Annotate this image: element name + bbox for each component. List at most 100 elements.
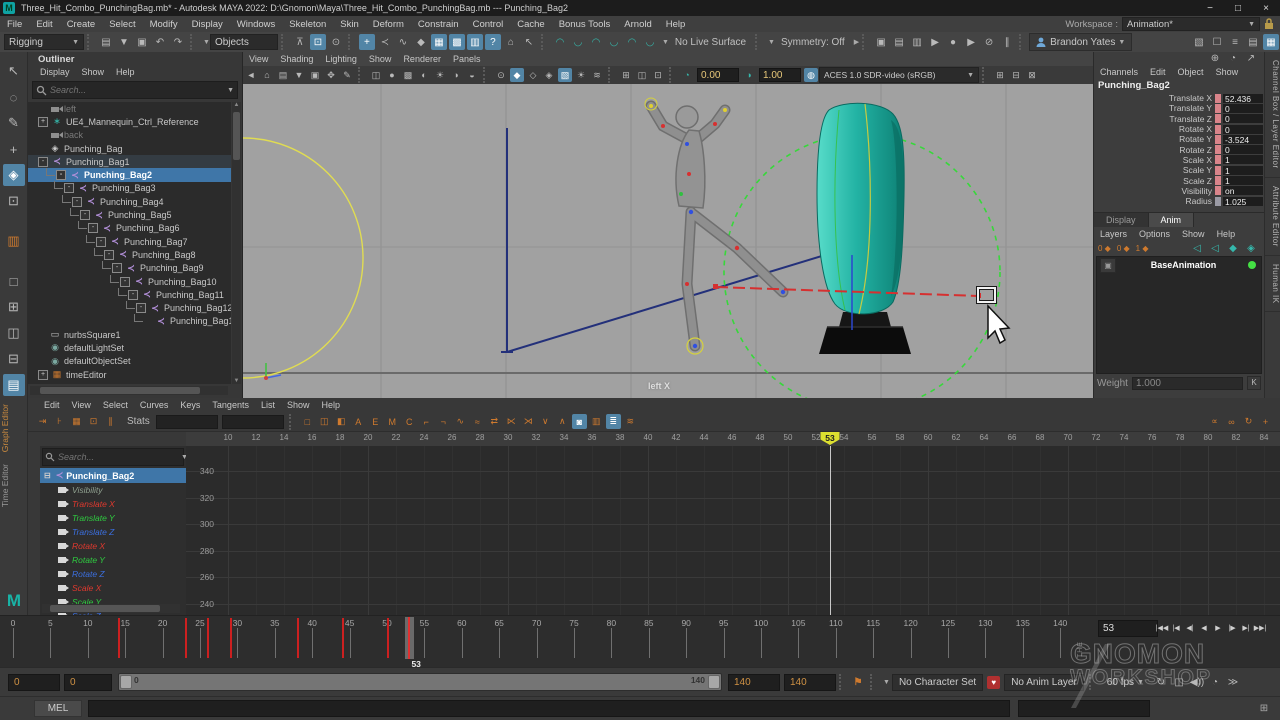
menu-edit[interactable]: Edit	[29, 19, 59, 30]
range-slider[interactable]: 0 140	[118, 673, 722, 691]
graph-channel-translate-x[interactable]: Translate X	[40, 497, 186, 511]
outliner-item-punching_bag5[interactable]: -≺Punching_Bag5	[28, 208, 231, 221]
stats-field-1[interactable]	[156, 415, 218, 429]
range-end-handle[interactable]	[708, 675, 720, 689]
pick-icon[interactable]: ↖	[521, 34, 537, 50]
channel-row-translate-y[interactable]: Translate Y0	[1094, 103, 1264, 113]
scroll-down-icon[interactable]: ▼	[232, 378, 241, 384]
move-layer-up-icon[interactable]: ◁	[1189, 240, 1205, 256]
isolate-select-icon[interactable]: ▥	[3, 230, 25, 252]
anim-layer-row[interactable]: ▣ BaseAnimation	[1097, 257, 1261, 273]
channel-value-field[interactable]: 0	[1223, 145, 1263, 154]
construction-history-icon[interactable]: ◠	[588, 34, 604, 50]
no-live-surface-label[interactable]: No Live Surface	[675, 37, 746, 48]
expand-icon[interactable]: +	[38, 117, 48, 127]
graph-output-icon[interactable]: ↗	[1243, 51, 1259, 67]
outliner-item-punching_bag13[interactable]: ≺Punching_Bag13	[28, 315, 231, 328]
collapse-icon[interactable]: -	[38, 157, 48, 167]
outliner-item-nurbssquare1[interactable]: ▭nurbsSquare1	[28, 328, 231, 341]
graph-channel-translate-y[interactable]: Translate Y	[40, 511, 186, 525]
outliner-vertical-scrollbar[interactable]: ▲ ▼	[232, 102, 241, 384]
channel-value-field[interactable]: -3.524	[1223, 135, 1263, 144]
bookmark-icon[interactable]: ▼	[292, 68, 306, 82]
outliner-item-punching_bag12[interactable]: -≺Punching_Bag12	[28, 301, 231, 314]
collapse-icon[interactable]: -	[56, 170, 66, 180]
channel-row-scale-z[interactable]: Scale Z1	[1094, 175, 1264, 185]
outliner-search-input[interactable]	[47, 85, 224, 95]
tool-settings-toggle-icon[interactable]: ☐	[1209, 34, 1225, 50]
play-backwards-icon[interactable]: ◀	[1197, 620, 1211, 635]
scroll-thumb[interactable]	[40, 387, 200, 394]
step-forward-key-icon[interactable]: |▶	[1225, 620, 1239, 635]
graph-channel-visibility[interactable]: Visibility	[40, 483, 186, 497]
outliner-item-timeeditor[interactable]: +▦timeEditor	[28, 368, 231, 381]
go-to-end-icon[interactable]: ▶▶|	[1253, 620, 1267, 635]
pause-icon[interactable]: ∥	[999, 34, 1015, 50]
panel-tab-graph-editor[interactable]: Graph Editor	[0, 398, 27, 458]
menu-select[interactable]: Select	[102, 19, 142, 30]
channel-value-field[interactable]: 52.436	[1223, 94, 1263, 103]
outliner-menu-display[interactable]: Display	[34, 67, 76, 77]
step-tangent-icon[interactable]: ¬	[436, 414, 451, 429]
viewport-menu-lighting[interactable]: Lighting	[319, 54, 363, 64]
layer-counter-0[interactable]: 0 ◆	[1098, 244, 1111, 253]
resolution-gate-icon[interactable]: ⊡	[651, 68, 665, 82]
symmetry-dropdown[interactable]: Symmetry: Off	[781, 37, 845, 48]
mannequin-character[interactable]	[645, 98, 785, 354]
go-to-start-icon[interactable]: |◀◀	[1155, 620, 1169, 635]
layer-counter-1[interactable]: 0 ◆	[1117, 244, 1130, 253]
side-tab-human-ik[interactable]: Human IK	[1265, 256, 1280, 313]
lattice-deform-keys-icon[interactable]: ▦	[69, 414, 84, 429]
layer-menu-help[interactable]: Help	[1211, 229, 1242, 239]
persp-graph-layout-icon[interactable]: ⊟	[3, 348, 25, 370]
graph-channel-rotate-x[interactable]: Rotate X	[40, 539, 186, 553]
play-forwards-icon[interactable]: ▶	[1211, 620, 1225, 635]
step-back-frame-icon[interactable]: |◀	[1169, 620, 1183, 635]
channel-row-scale-x[interactable]: Scale X1	[1094, 155, 1264, 165]
menu-skeleton[interactable]: Skeleton	[282, 19, 333, 30]
ik-fk-icon[interactable]: ◡	[606, 34, 622, 50]
channel-row-rotate-x[interactable]: Rotate X0	[1094, 124, 1264, 134]
outliner-item-punching_bag[interactable]: ◈Punching_Bag	[28, 142, 231, 155]
viewport-menu-panels[interactable]: Panels	[447, 54, 487, 64]
menu-windows[interactable]: Windows	[230, 19, 283, 30]
use-default-material-icon[interactable]: ◐	[417, 68, 431, 82]
menu-display[interactable]: Display	[185, 19, 230, 30]
panel-tab-time-editor[interactable]: Time Editor	[0, 458, 27, 513]
undo-icon[interactable]: ↶	[152, 34, 168, 50]
output-connection-icon[interactable]: ◡	[570, 34, 586, 50]
value-snap-icon[interactable]: ▥	[589, 414, 604, 429]
viewport-menu-view[interactable]: View	[243, 54, 274, 64]
color-management-icon[interactable]: ◍	[804, 68, 818, 82]
minimize-button[interactable]: −	[1196, 0, 1224, 16]
menu-help[interactable]: Help	[659, 19, 693, 30]
layer-tab-anim[interactable]: Anim	[1149, 213, 1195, 227]
scroll-thumb[interactable]	[233, 112, 240, 160]
soft-select-icon[interactable]: ◠	[624, 34, 640, 50]
layer-from-selected-icon[interactable]: ◈	[1243, 240, 1259, 256]
new-scene-icon[interactable]: ▤	[98, 34, 114, 50]
layer-counter-2[interactable]: 1 ◆	[1136, 244, 1149, 253]
grid-snap-icon[interactable]: ▦	[431, 34, 447, 50]
animation-end-field[interactable]: 140	[784, 674, 836, 691]
graph-outliner-scrollbar[interactable]	[42, 604, 180, 613]
insert-keys-icon[interactable]: ⊦	[52, 414, 67, 429]
graph-search-input[interactable]	[55, 452, 178, 462]
menu-arnold[interactable]: Arnold	[617, 19, 658, 30]
history-icon[interactable]: ∿	[395, 34, 411, 50]
buffer-curve-icon[interactable]: ≈	[470, 414, 485, 429]
gamma-field[interactable]: 1.00	[759, 68, 801, 82]
outliner-graph-layout-icon[interactable]: ▤	[3, 374, 25, 396]
redo-icon[interactable]: ↷	[170, 34, 186, 50]
grid-icon[interactable]: ⊞	[619, 68, 633, 82]
stats-field-2[interactable]	[222, 415, 284, 429]
textured-icon[interactable]: ▩	[401, 68, 415, 82]
anim-layer-button[interactable]: No Anim Layer	[1004, 674, 1084, 691]
channelbox-menu-channels[interactable]: Channels	[1094, 67, 1144, 77]
smooth-shade-icon[interactable]: ●	[385, 68, 399, 82]
xray-icon[interactable]: ◇	[526, 68, 540, 82]
channel-value-field[interactable]: 1.025	[1223, 197, 1263, 206]
auto-tangent-icon[interactable]: A	[351, 414, 366, 429]
move-nearest-key-icon[interactable]: ⇥	[35, 414, 50, 429]
playback-end-field[interactable]: 140	[728, 674, 780, 691]
